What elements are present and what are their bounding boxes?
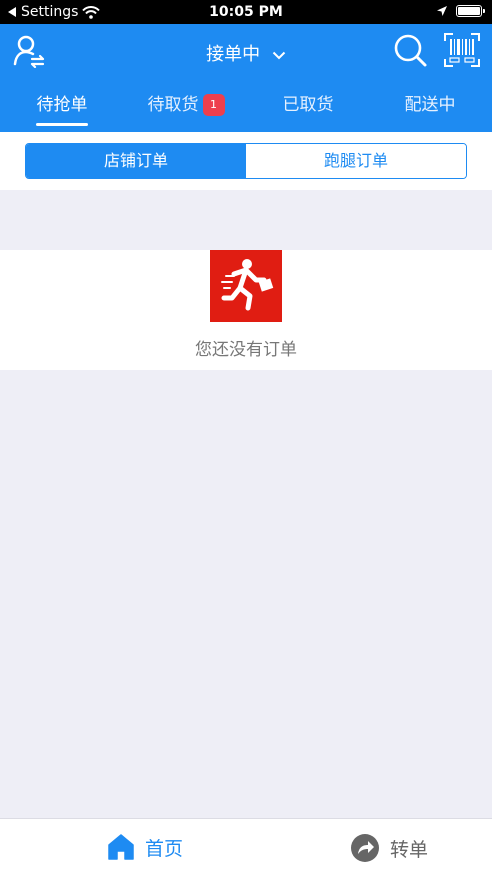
tab-pending-grab[interactable]: 待抢单 <box>32 90 92 126</box>
tabbar-home[interactable]: 首页 <box>107 833 183 861</box>
share-arrow-icon <box>351 834 379 862</box>
tabbar-transfer[interactable]: 转单 <box>350 833 428 863</box>
order-type-segment: 店铺订单 跑腿订单 <box>25 143 467 179</box>
home-icon <box>108 834 134 860</box>
errand-orders-button[interactable]: 跑腿订单 <box>246 144 466 178</box>
status-bar: Settings 10:05 PM <box>0 0 492 24</box>
empty-message: 您还没有订单 <box>195 340 297 360</box>
app-header: 接单中 待抢单 待取货 1 已取货 配送中 <box>0 24 492 132</box>
battery-icon <box>456 5 485 17</box>
empty-state: 您还没有订单 <box>0 250 492 370</box>
active-tab-indicator <box>36 123 88 126</box>
tab-label: 待取货 <box>147 95 199 115</box>
store-orders-button[interactable]: 店铺订单 <box>26 144 246 178</box>
chevron-down-icon <box>272 51 286 59</box>
tabbar-home-label: 首页 <box>145 837 184 860</box>
location-arrow-icon <box>437 6 447 16</box>
tab-delivering[interactable]: 配送中 <box>400 90 460 126</box>
barcode-scan-icon[interactable] <box>443 32 481 68</box>
running-courier-icon <box>210 250 282 322</box>
count-badge: 1 <box>202 94 225 116</box>
search-icon[interactable] <box>392 32 428 68</box>
tab-pending-pickup[interactable]: 待取货 1 <box>144 90 228 126</box>
tab-label: 待抢单 <box>36 95 88 115</box>
tab-picked-up[interactable]: 已取货 <box>278 90 338 126</box>
page-title: 接单中 <box>206 44 261 65</box>
bottom-tab-bar: 首页 转单 <box>0 818 492 878</box>
status-time: 10:05 PM <box>209 4 283 20</box>
tab-label: 配送中 <box>404 95 456 115</box>
order-tabs: 待抢单 待取货 1 已取货 配送中 <box>0 90 492 126</box>
tab-label: 已取货 <box>282 95 334 115</box>
order-type-bar: 店铺订单 跑腿订单 <box>0 132 492 190</box>
tabbar-transfer-label: 转单 <box>390 838 429 861</box>
